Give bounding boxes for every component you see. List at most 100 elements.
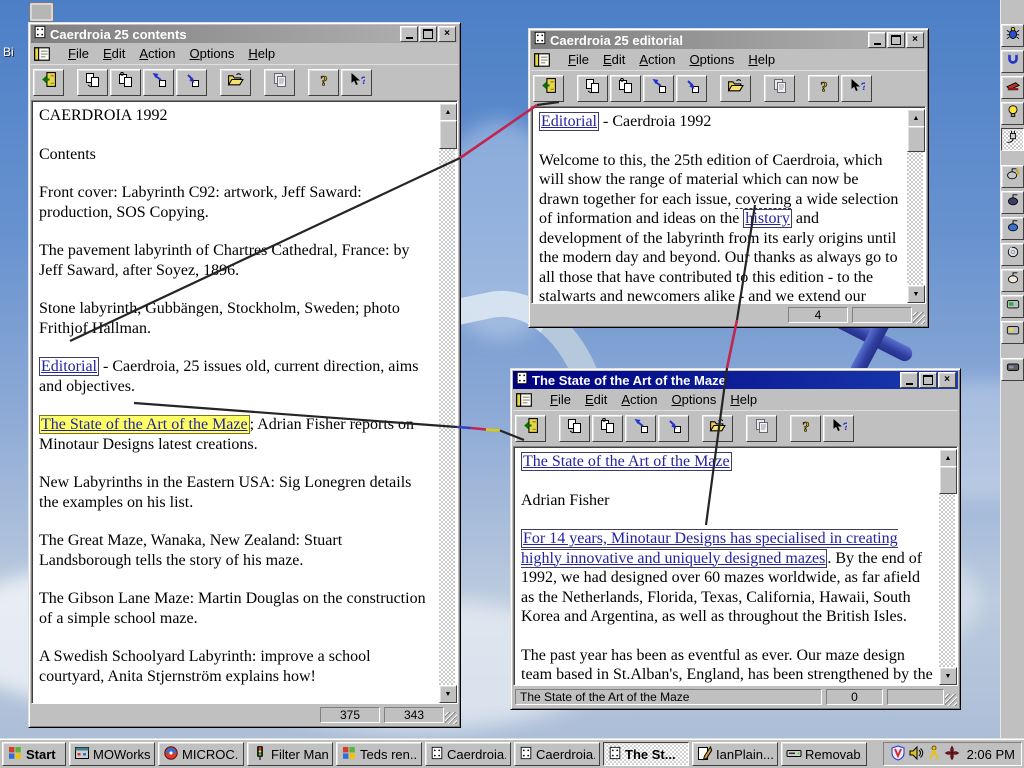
maximize-button[interactable]	[919, 372, 937, 388]
menu-item-help[interactable]: Help	[241, 44, 282, 63]
menu-item-file[interactable]: File	[543, 390, 578, 409]
context-help-button[interactable]: ?	[841, 74, 872, 102]
bulb-tool-button[interactable]	[1001, 102, 1024, 125]
hyperlink[interactable]: history	[743, 209, 792, 228]
close-button[interactable]: ×	[938, 372, 956, 388]
menu-item-file[interactable]: File	[561, 50, 596, 69]
scroll-thumb[interactable]	[907, 126, 925, 152]
minimize-button[interactable]	[900, 372, 918, 388]
cd-tool-button[interactable]	[1001, 243, 1024, 266]
menu-item-options[interactable]: Options	[683, 50, 742, 69]
open-folder-button[interactable]	[720, 74, 751, 102]
task-button-moworks[interactable]: MOWorks	[69, 742, 155, 766]
bug-tool-button[interactable]	[1001, 24, 1024, 47]
desktop-icon-partial[interactable]	[29, 2, 54, 22]
open-folder-button[interactable]	[702, 414, 733, 442]
system-doc-icon[interactable]	[33, 45, 55, 63]
paste-page-button[interactable]	[610, 74, 641, 102]
copy-button[interactable]	[764, 74, 795, 102]
scroll-down-button[interactable]: ▼	[439, 685, 457, 703]
task-button-microc-[interactable]: MICROC...	[158, 742, 244, 766]
system-doc-icon[interactable]	[515, 391, 537, 409]
open-folder-button[interactable]	[220, 68, 251, 96]
menu-item-action[interactable]: Action	[632, 50, 682, 69]
exit-button[interactable]	[533, 74, 564, 102]
volume-tray-icon[interactable]	[908, 745, 924, 764]
minimize-button[interactable]	[868, 32, 886, 48]
link-back-button[interactable]	[143, 68, 174, 96]
task-button-filter-man-[interactable]: Filter Man...	[247, 742, 333, 766]
minimize-button[interactable]	[400, 26, 418, 42]
copy-button[interactable]	[746, 414, 777, 442]
menu-item-edit[interactable]: Edit	[596, 50, 632, 69]
mouse-blue-tool-button[interactable]	[1001, 217, 1024, 240]
maximize-button[interactable]	[887, 32, 905, 48]
device-dark-tool-button[interactable]	[1001, 358, 1024, 381]
close-button[interactable]: ×	[438, 26, 456, 42]
help-button[interactable]: ?	[308, 68, 339, 96]
exit-button[interactable]	[515, 414, 546, 442]
help-button[interactable]: ?	[790, 414, 821, 442]
link-forward-button[interactable]	[676, 74, 707, 102]
resize-grip[interactable]	[445, 712, 457, 724]
link-forward-button[interactable]	[176, 68, 207, 96]
copy-page-button[interactable]	[77, 68, 108, 96]
menu-item-action[interactable]: Action	[614, 390, 664, 409]
hyperlink[interactable]: Editorial	[539, 112, 599, 131]
hyperlink[interactable]: The State of the Art of the Maze	[521, 452, 732, 471]
vertical-scrollbar[interactable]: ▲ ▼	[439, 103, 457, 703]
link-back-button[interactable]	[643, 74, 674, 102]
resize-grip[interactable]	[945, 694, 957, 706]
menu-item-edit[interactable]: Edit	[578, 390, 614, 409]
exit-button[interactable]	[33, 68, 64, 96]
mouse-light-tool-button[interactable]	[1001, 269, 1024, 292]
menu-item-file[interactable]: File	[61, 44, 96, 63]
scroll-up-button[interactable]: ▲	[439, 103, 457, 121]
task-button-the-st-[interactable]: The St...	[603, 742, 689, 766]
scroll-thumb[interactable]	[439, 120, 457, 149]
help-button[interactable]: ?	[808, 74, 839, 102]
device-yellow-tool-button[interactable]	[1001, 321, 1024, 344]
context-help-button[interactable]: ?	[823, 414, 854, 442]
titlebar[interactable]: The State of the Art of the Maze ×	[513, 371, 958, 389]
task-button-teds-ren-[interactable]: Teds ren...	[336, 742, 422, 766]
menu-item-action[interactable]: Action	[132, 44, 182, 63]
shield-tray-icon[interactable]	[890, 744, 906, 764]
hyperlink[interactable]: Editorial	[39, 357, 99, 376]
plug-tool-button[interactable]	[1001, 128, 1024, 151]
stapler-tool-button[interactable]	[1001, 76, 1024, 99]
menu-item-edit[interactable]: Edit	[96, 44, 132, 63]
menu-item-help[interactable]: Help	[723, 390, 764, 409]
scroll-thumb[interactable]	[939, 466, 957, 494]
link-forward-button[interactable]	[658, 414, 689, 442]
system-doc-icon[interactable]	[533, 51, 555, 69]
menu-item-options[interactable]: Options	[183, 44, 242, 63]
close-button[interactable]: ×	[906, 32, 924, 48]
hyperlink[interactable]: covering	[735, 190, 792, 209]
titlebar[interactable]: Caerdroia 25 contents ×	[31, 25, 458, 43]
vertical-scrollbar[interactable]: ▲ ▼	[939, 449, 957, 685]
scroll-down-button[interactable]: ▼	[907, 285, 925, 303]
start-button[interactable]: Start	[2, 742, 66, 766]
menu-item-options[interactable]: Options	[665, 390, 724, 409]
task-button-removab-[interactable]: Removab...	[781, 742, 867, 766]
scroll-down-button[interactable]: ▼	[939, 667, 957, 685]
vertical-scrollbar[interactable]: ▲ ▼	[907, 109, 925, 303]
task-button-caerdroia-[interactable]: Caerdroia...	[514, 742, 600, 766]
person-tray-icon[interactable]	[926, 745, 942, 764]
scroll-up-button[interactable]: ▲	[907, 109, 925, 127]
scroll-up-button[interactable]: ▲	[939, 449, 957, 467]
paste-page-button[interactable]	[110, 68, 141, 96]
link-back-button[interactable]	[625, 414, 656, 442]
mouse-dollar-tool-button[interactable]: $	[1001, 165, 1024, 188]
device-green-tool-button[interactable]	[1001, 295, 1024, 318]
task-button-ianplain-[interactable]: IanPlain....	[692, 742, 778, 766]
maximize-button[interactable]	[419, 26, 437, 42]
copy-page-button[interactable]	[577, 74, 608, 102]
resize-grip[interactable]	[913, 312, 925, 324]
task-button-caerdroia-[interactable]: Caerdroia...	[425, 742, 511, 766]
menu-item-help[interactable]: Help	[741, 50, 782, 69]
paste-page-button[interactable]	[592, 414, 623, 442]
magnet-tool-button[interactable]	[1001, 50, 1024, 73]
copy-button[interactable]	[264, 68, 295, 96]
